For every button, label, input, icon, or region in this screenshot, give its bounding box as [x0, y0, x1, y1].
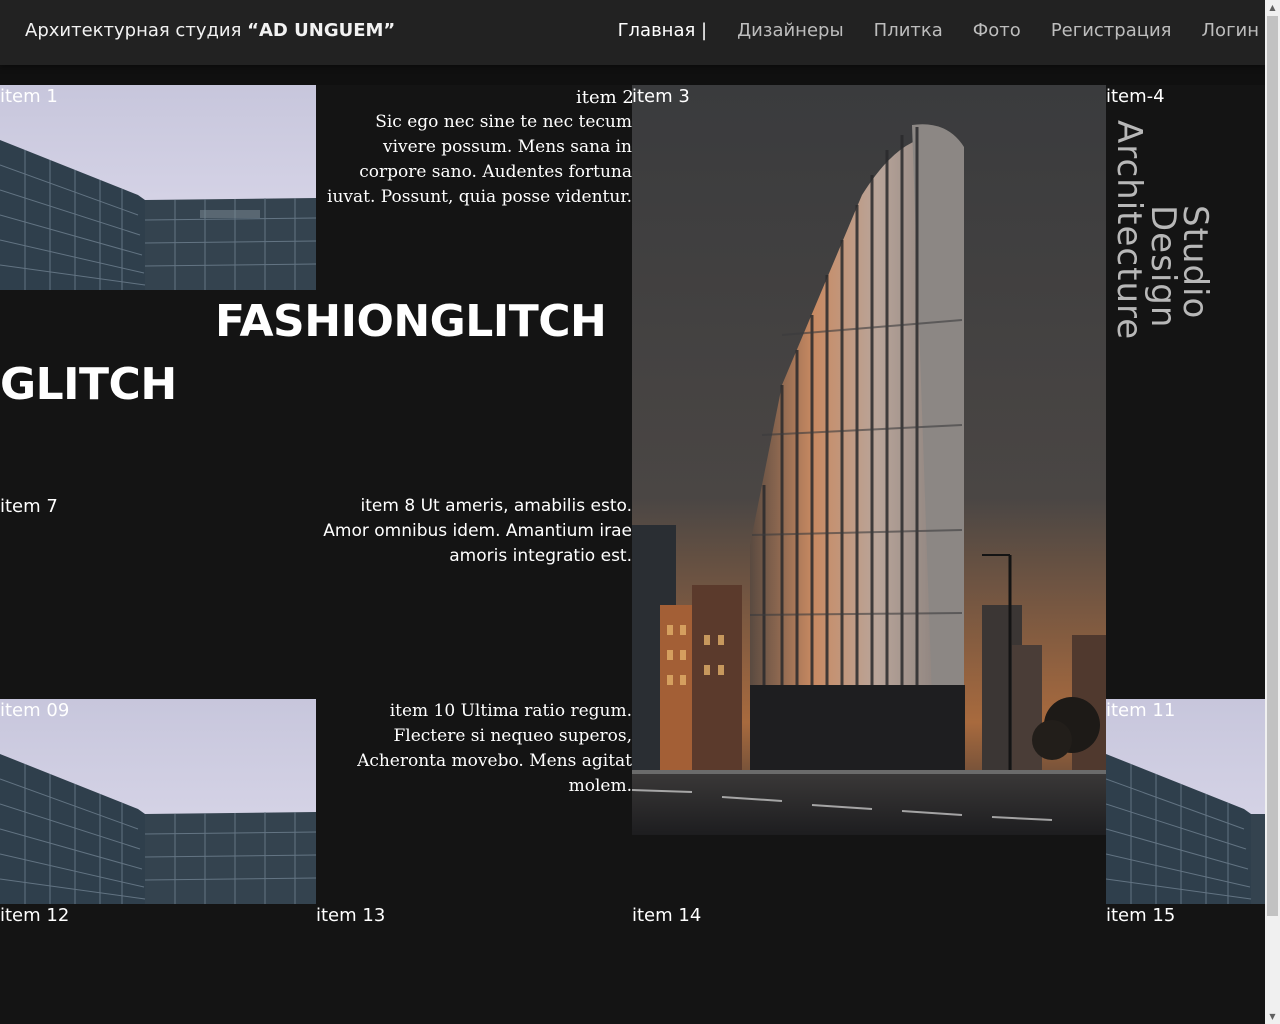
item-8-text: item 8 Ut ameris, amabilis esto. Amor om… — [323, 496, 632, 566]
page-scrollbar[interactable]: ▲ ▼ — [1265, 0, 1280, 1024]
vertical-word-design: Design — [1143, 205, 1183, 329]
site-header: Архитектурная студия “AD UNGUEM” Главная… — [0, 0, 1265, 65]
item-3-label: item 3 — [632, 86, 690, 107]
vertical-word-studio: Studio — [1175, 205, 1215, 320]
nav-link-photo[interactable]: Фото — [973, 20, 1021, 41]
item-2-label: item 2 — [576, 87, 634, 108]
item-12-label: item 12 — [0, 905, 70, 926]
glass-building-photo — [0, 85, 316, 290]
item-7-label: item 7 — [0, 496, 58, 517]
nav-link-tiles[interactable]: Плитка — [874, 20, 943, 41]
header-gap — [0, 65, 1265, 85]
tower-photo — [632, 85, 1106, 835]
brand-prefix: Архитектурная студия — [25, 20, 248, 41]
nav-link-designers[interactable]: Дизайнеры — [737, 20, 844, 41]
item-13-label: item 13 — [316, 905, 386, 926]
glass-building-photo — [1106, 699, 1265, 904]
item-1-label: item 1 — [0, 86, 58, 107]
brand-name: “AD UNGUEM” — [247, 20, 396, 41]
main-nav: Главная | Дизайнеры Плитка Фото Регистра… — [618, 20, 1259, 41]
scroll-down-icon[interactable]: ▼ — [1265, 1009, 1280, 1024]
item-15-label: item 15 — [1106, 905, 1176, 926]
page-viewport: Архитектурная студия “AD UNGUEM” Главная… — [0, 0, 1265, 1024]
glitch-heading: GLITCH — [0, 359, 177, 410]
nav-link-register[interactable]: Регистрация — [1051, 20, 1172, 41]
vertical-studio-text: Studio Design Architecture — [1106, 110, 1265, 340]
glass-building-photo — [0, 699, 316, 904]
scroll-up-icon[interactable]: ▲ — [1265, 0, 1280, 15]
item-11-label: item 11 — [1106, 700, 1176, 721]
item-09-label: item 09 — [0, 700, 70, 721]
nav-link-login[interactable]: Логин — [1202, 20, 1259, 41]
item-4-label: item-4 — [1106, 86, 1165, 107]
vertical-word-architecture: Architecture — [1109, 120, 1149, 341]
item-10-text: item 10 Ultima ratio regum. Flectere si … — [357, 701, 632, 796]
nav-link-home[interactable]: Главная | — [618, 20, 708, 41]
item-14-label: item 14 — [632, 905, 702, 926]
brand-title[interactable]: Архитектурная студия “AD UNGUEM” — [25, 20, 395, 41]
item-2-text: Sic ego nec sine te nec tecum vivere pos… — [327, 112, 632, 207]
scroll-thumb[interactable] — [1267, 16, 1278, 916]
fashionglitch-heading: FASHIONGLITCH — [215, 296, 607, 347]
